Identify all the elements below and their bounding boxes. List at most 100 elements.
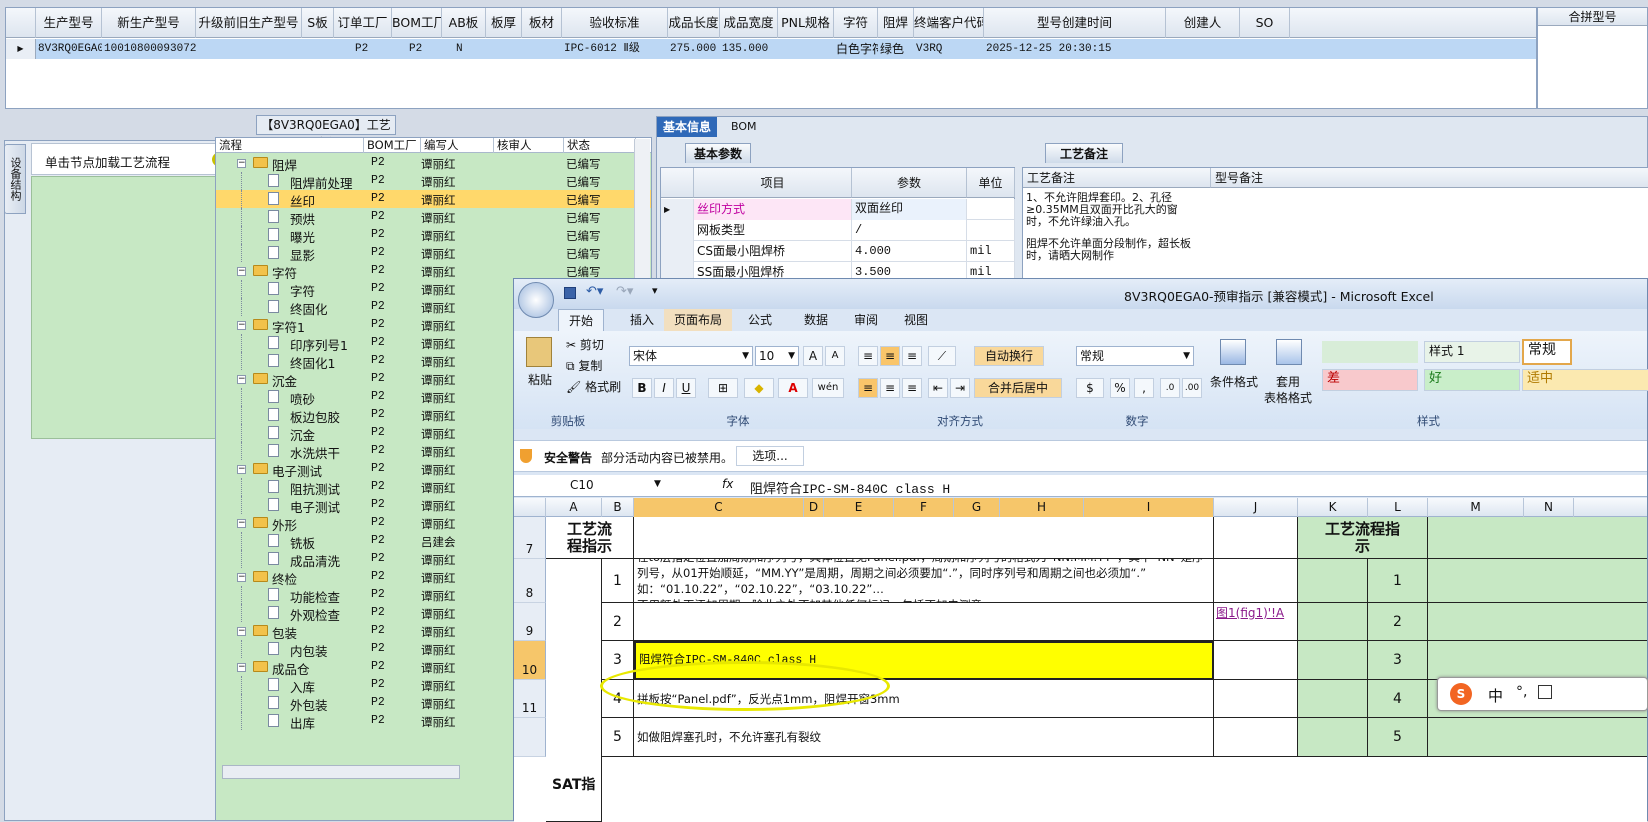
tab-basic-params[interactable]: 基本参数 (685, 143, 752, 163)
cell-验收标准[interactable]: IPC-6012 Ⅱ级 (562, 39, 668, 59)
collapse-icon[interactable]: − (237, 663, 246, 672)
tab-process-memo[interactable]: 工艺备注 (1045, 143, 1124, 163)
align-center-icon[interactable]: ≡ (880, 378, 900, 398)
row-header[interactable]: 7 (514, 517, 546, 559)
ribbon-tab-3[interactable]: 公式 (738, 309, 782, 331)
cell-S板[interactable] (302, 39, 334, 59)
step-number[interactable]: 5 (602, 718, 634, 757)
tree-node[interactable]: 阻焊前处理 P2 谭丽红 已编写 (216, 172, 651, 191)
quick-access-menu-icon[interactable]: ▾ (652, 284, 658, 297)
right-step-number[interactable]: 5 (1368, 718, 1428, 757)
format-painter-button[interactable]: 🖌 格式刷 (566, 378, 621, 395)
link-cell[interactable] (1214, 641, 1298, 680)
ribbon-tab-6[interactable]: 视图 (894, 309, 938, 331)
ribbon-tab-4[interactable]: 数据 (794, 309, 838, 331)
param-row[interactable]: ▶ 丝印方式 双面丝印 (661, 199, 1015, 220)
align-middle-icon[interactable]: ≡ (880, 346, 900, 366)
tree-col-1[interactable]: BOM工厂 (364, 138, 421, 153)
ribbon-tab-2[interactable]: 页面布局 (664, 309, 733, 331)
instruction-cell[interactable] (634, 603, 1214, 641)
column-header[interactable]: F (894, 498, 954, 517)
column-header[interactable]: M (1428, 498, 1524, 517)
col-header-1[interactable]: 生产型号 (36, 8, 102, 38)
tab-equipment-structure[interactable]: 设备结构 (4, 144, 26, 214)
right-step-number[interactable]: 1 (1368, 559, 1428, 603)
load-flow-hint[interactable]: 单击节点加载工艺流程 (31, 143, 234, 175)
currency-icon[interactable]: $ (1076, 378, 1104, 398)
style-blank[interactable] (1322, 341, 1418, 363)
function-icon[interactable]: fx (722, 477, 733, 491)
tree-node[interactable]: 曝光 P2 谭丽红 已编写 (216, 226, 651, 245)
column-header[interactable]: H (1000, 498, 1084, 517)
link-cell[interactable] (1214, 559, 1298, 603)
office-button-icon[interactable] (518, 282, 554, 318)
ime-lang-toggle[interactable]: 中 (1488, 685, 1503, 706)
table-format-label[interactable]: 表格格式 (1264, 389, 1312, 406)
right-step-number[interactable]: 2 (1368, 603, 1428, 641)
cell-新生产型号[interactable]: 10010800093072 (102, 39, 196, 59)
tab-bom[interactable]: BOM (725, 117, 763, 137)
formula-input[interactable]: 阻焊符合IPC-SM-840C class H (750, 478, 950, 497)
row-selector-icon[interactable]: ▶ (6, 39, 36, 59)
font-name-select[interactable]: 宋体 ▼ (629, 346, 753, 366)
percent-button[interactable]: % (1110, 378, 1130, 398)
column-header[interactable]: N (1524, 498, 1574, 517)
collapse-icon[interactable]: − (237, 267, 246, 276)
row-header[interactable]: 8 (514, 559, 546, 603)
select-all-corner[interactable] (514, 498, 546, 517)
instruction-cell[interactable]: 如做阻焊塞孔时，不允许塞孔有裂纹 (634, 718, 1214, 757)
tree-col-2[interactable]: 编写人 (421, 138, 494, 153)
cell-板厚[interactable] (486, 39, 522, 59)
decrease-indent-icon[interactable]: ⇤ (928, 378, 948, 398)
instruction-cell[interactable]: 在to层指定位置加周期和序列号，具体位置见Panel.pdf，周期和序列号的格式… (634, 559, 1214, 603)
underline-button[interactable]: U (676, 378, 696, 398)
col-header-18[interactable]: 创建人 (1166, 8, 1240, 38)
column-header[interactable]: G (954, 498, 1000, 517)
align-bottom-icon[interactable]: ≡ (902, 346, 922, 366)
font-size-select[interactable]: 10 ▼ (755, 346, 799, 366)
conditional-format-button[interactable]: 条件格式 (1210, 373, 1258, 390)
tree-node[interactable]: 显影 P2 谭丽红 已编写 (216, 244, 651, 263)
ribbon-tab-1[interactable]: 插入 (620, 309, 664, 331)
cell-成品宽度[interactable]: 135.000 (720, 39, 778, 59)
grow-font-icon[interactable]: A (803, 346, 823, 366)
param-unit[interactable] (967, 199, 1015, 220)
tab-basic-info[interactable]: 基本信息 (657, 117, 718, 137)
ime-logo-icon[interactable]: S (1450, 683, 1472, 705)
phonetic-icon[interactable]: wén (812, 378, 844, 398)
cell-终端客户代码[interactable]: V3RQ (914, 39, 984, 59)
col-header-5[interactable]: 订单工厂 (334, 8, 392, 38)
number-format-select[interactable]: 常规 ▼ (1076, 346, 1194, 366)
align-top-icon[interactable]: ≡ (858, 346, 878, 366)
param-item[interactable]: CS面最小阻焊桥 (694, 241, 852, 262)
cell-SO[interactable] (1240, 39, 1290, 59)
step-number[interactable]: 3 (602, 641, 634, 680)
tree-horizontal-scrollbar[interactable] (222, 765, 460, 779)
align-right-icon[interactable]: ≡ (902, 378, 922, 398)
cell-成品长度[interactable]: 275.000 (668, 39, 720, 59)
col-header-10[interactable]: 验收标准 (562, 8, 668, 38)
ime-keyboard-icon[interactable] (1538, 685, 1552, 699)
collapse-icon[interactable]: − (237, 573, 246, 582)
ribbon-tab-5[interactable]: 审阅 (844, 309, 888, 331)
tree-col-3[interactable]: 核审人 (494, 138, 564, 153)
style-good[interactable]: 好 (1424, 369, 1520, 391)
collapse-icon[interactable]: − (237, 321, 246, 330)
param-value[interactable]: 双面丝印 (852, 199, 967, 220)
row-header[interactable] (514, 718, 546, 757)
collapse-icon[interactable]: − (237, 627, 246, 636)
col-header-14[interactable]: 字符 (834, 8, 878, 38)
shrink-font-icon[interactable]: A (825, 346, 845, 366)
cell-AB板[interactable]: N (442, 39, 486, 59)
conditional-format-icon[interactable] (1220, 339, 1246, 365)
param-unit[interactable]: mil (967, 241, 1015, 262)
row-header[interactable]: 10 (514, 641, 546, 680)
step-number[interactable]: 1 (602, 559, 634, 603)
col-header-6[interactable]: BOM工厂 (392, 8, 442, 38)
row-selector-icon[interactable] (661, 220, 694, 241)
tree-vertical-scrollbar[interactable] (634, 139, 650, 279)
col-header-4[interactable]: S板 (302, 8, 334, 38)
col-header-15[interactable]: 阻焊 (878, 8, 914, 38)
align-left-icon[interactable]: ≡ (858, 378, 878, 398)
right-step-number[interactable]: 3 (1368, 641, 1428, 680)
